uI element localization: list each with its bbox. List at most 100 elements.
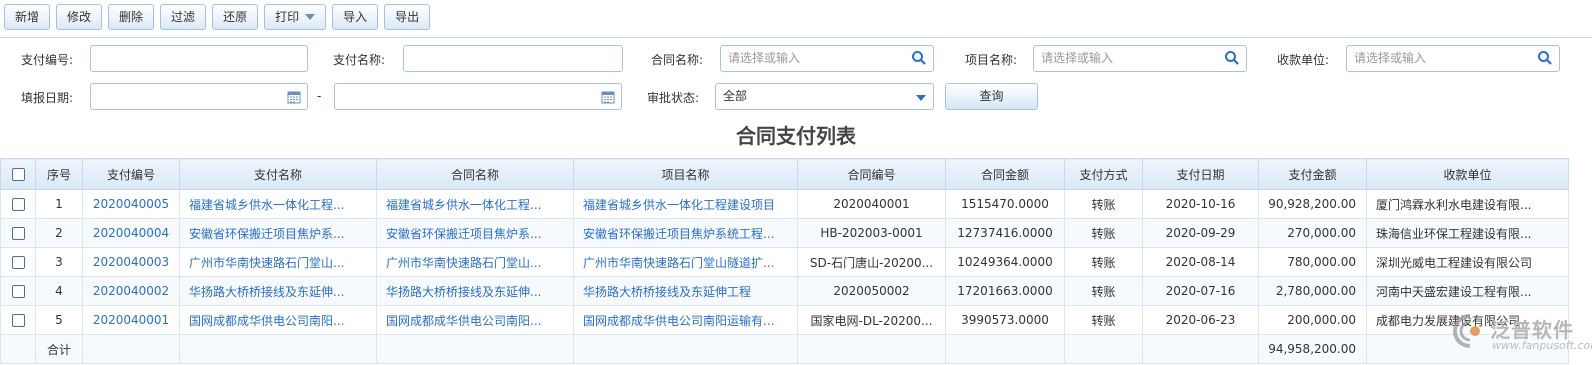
date-cell: 2020-07-16: [1142, 276, 1259, 306]
export-button[interactable]: 导出: [384, 4, 431, 30]
pay-name-input[interactable]: [403, 45, 623, 72]
date-label: 填报日期:: [21, 91, 74, 105]
col-header[interactable]: 项目名称: [573, 158, 798, 190]
pay-name-link[interactable]: 安徽省环保搬迁项目焦炉系...: [179, 218, 377, 248]
status-select[interactable]: 全部: [715, 83, 934, 110]
col-header[interactable]: 收款单位: [1366, 158, 1569, 190]
date-cell: 2020-10-16: [1142, 189, 1259, 219]
contract-no-cell: 国家电网-DL-20200...: [797, 305, 946, 335]
date-cell: 2020-08-14: [1142, 247, 1259, 277]
restore-label: 还原: [223, 10, 248, 24]
method-cell: 转账: [1064, 189, 1143, 219]
table-row[interactable]: 5 2020040001 国网成都成华供电公司南阳... 国网成都成华供电公司南…: [0, 305, 1569, 335]
pay-name-link[interactable]: 华扬路大桥桥接线及东延伸...: [179, 276, 377, 306]
col-header[interactable]: 合同编号: [797, 158, 946, 190]
contract-no-cell: SD-石门唐山-20200...: [797, 247, 946, 277]
contract-link[interactable]: 福建省城乡供水一体化工程...: [376, 189, 574, 219]
restore-button[interactable]: 还原: [212, 4, 259, 30]
row-checkbox[interactable]: [11, 285, 25, 298]
total-pay-amount: 94,958,200.00: [1258, 334, 1367, 364]
method-cell: 转账: [1064, 247, 1143, 277]
project-name-input[interactable]: 请选择或输入: [1033, 45, 1247, 72]
project-link[interactable]: 广州市华南快速路石门堂山隧道扩...: [573, 247, 798, 277]
contract-name-label: 合同名称:: [651, 53, 704, 67]
col-header[interactable]: 支付日期: [1142, 158, 1259, 190]
import-button[interactable]: 导入: [332, 4, 379, 30]
edit-button[interactable]: 修改: [56, 4, 103, 30]
select-all-cell[interactable]: [0, 158, 36, 190]
contract-name-input[interactable]: 请选择或输入: [720, 45, 934, 72]
pay-no-link[interactable]: 2020040004: [82, 218, 180, 248]
contract-amount-cell: 10249364.0000: [945, 247, 1065, 277]
contract-amount-cell: 1515470.0000: [945, 189, 1065, 219]
project-name-placeholder: 请选择或输入: [1041, 51, 1114, 65]
pay-name-link[interactable]: 广州市华南快速路石门堂山...: [179, 247, 377, 277]
brand-url: www.fanpusoft.com: [1492, 339, 1592, 352]
table-row[interactable]: 4 2020040002 华扬路大桥桥接线及东延伸... 华扬路大桥桥接线及东延…: [0, 276, 1569, 306]
date-from-input[interactable]: [90, 83, 308, 110]
col-header[interactable]: 支付编号: [82, 158, 180, 190]
date-to-input[interactable]: [334, 83, 622, 110]
contract-link[interactable]: 广州市华南快速路石门堂山...: [376, 247, 574, 277]
delete-button[interactable]: 删除: [108, 4, 155, 30]
project-link[interactable]: 华扬路大桥桥接线及东延伸工程: [573, 276, 798, 306]
pay-amount-cell: 780,000.00: [1258, 247, 1367, 277]
select-all-checkbox[interactable]: [11, 168, 25, 181]
toolbar: 新增 修改 删除 过滤 还原 打印 导入 导出: [4, 4, 431, 32]
pay-no-input[interactable]: [90, 45, 308, 72]
row-checkbox[interactable]: [11, 198, 25, 211]
table-row[interactable]: 1 2020040005 福建省城乡供水一体化工程... 福建省城乡供水一体化工…: [0, 189, 1569, 219]
payee-input[interactable]: 请选择或输入: [1346, 45, 1560, 72]
col-header[interactable]: 支付金额: [1258, 158, 1367, 190]
pay-name-link[interactable]: 福建省城乡供水一体化工程...: [179, 189, 377, 219]
status-value: 全部: [723, 89, 748, 103]
col-header[interactable]: 合同名称: [376, 158, 574, 190]
row-checkbox[interactable]: [11, 227, 25, 240]
payee-cell: 珠海信业环保工程建设有限...: [1366, 218, 1569, 248]
export-label: 导出: [395, 10, 420, 24]
chevron-down-icon: [916, 95, 926, 101]
search-icon[interactable]: [1224, 50, 1240, 66]
row-checkbox[interactable]: [11, 256, 25, 269]
calendar-icon[interactable]: [287, 90, 301, 104]
contract-no-cell: 2020040001: [797, 189, 946, 219]
payee-label: 收款单位:: [1277, 53, 1330, 67]
col-header[interactable]: 支付方式: [1064, 158, 1143, 190]
project-link[interactable]: 国网成都成华供电公司南阳运输有...: [573, 305, 798, 335]
search-icon[interactable]: [911, 50, 927, 66]
table-row[interactable]: 3 2020040003 广州市华南快速路石门堂山... 广州市华南快速路石门堂…: [0, 247, 1569, 277]
project-link[interactable]: 福建省城乡供水一体化工程建设项目: [573, 189, 798, 219]
col-header[interactable]: 合同金额: [945, 158, 1065, 190]
brand-logo-icon: [1453, 314, 1480, 348]
row-checkbox[interactable]: [11, 314, 25, 327]
print-label: 打印: [275, 10, 300, 24]
col-header[interactable]: 支付名称: [179, 158, 377, 190]
query-button[interactable]: 查询: [945, 83, 1038, 110]
method-cell: 转账: [1064, 218, 1143, 248]
calendar-icon[interactable]: [601, 90, 615, 104]
contract-link[interactable]: 华扬路大桥桥接线及东延伸...: [376, 276, 574, 306]
contract-amount-cell: 17201663.0000: [945, 276, 1065, 306]
table-row[interactable]: 2 2020040004 安徽省环保搬迁项目焦炉系... 安徽省环保搬迁项目焦炉…: [0, 218, 1569, 248]
payment-table: 序号 支付编号 支付名称 合同名称 项目名称 合同编号 合同金额 支付方式 支付…: [0, 158, 1569, 364]
contract-link[interactable]: 国网成都成华供电公司南阳...: [376, 305, 574, 335]
pay-no-link[interactable]: 2020040003: [82, 247, 180, 277]
col-header[interactable]: 序号: [35, 158, 83, 190]
search-icon[interactable]: [1537, 50, 1553, 66]
contract-link[interactable]: 安徽省环保搬迁项目焦炉系...: [376, 218, 574, 248]
pay-amount-cell: 200,000.00: [1258, 305, 1367, 335]
pay-no-link[interactable]: 2020040001: [82, 305, 180, 335]
pay-name-label: 支付名称:: [333, 53, 386, 67]
add-button[interactable]: 新增: [4, 4, 51, 30]
status-label: 审批状态:: [647, 91, 700, 105]
pay-no-link[interactable]: 2020040002: [82, 276, 180, 306]
payee-placeholder: 请选择或输入: [1354, 51, 1427, 65]
pay-no-link[interactable]: 2020040005: [82, 189, 180, 219]
pay-name-link[interactable]: 国网成都成华供电公司南阳...: [179, 305, 377, 335]
seq-cell: 1: [35, 189, 83, 219]
print-button[interactable]: 打印: [264, 4, 327, 30]
seq-cell: 4: [35, 276, 83, 306]
filter-button[interactable]: 过滤: [160, 4, 207, 30]
table-header-row: 序号 支付编号 支付名称 合同名称 项目名称 合同编号 合同金额 支付方式 支付…: [0, 158, 1569, 190]
project-link[interactable]: 安徽省环保搬迁项目焦炉系统工程...: [573, 218, 798, 248]
